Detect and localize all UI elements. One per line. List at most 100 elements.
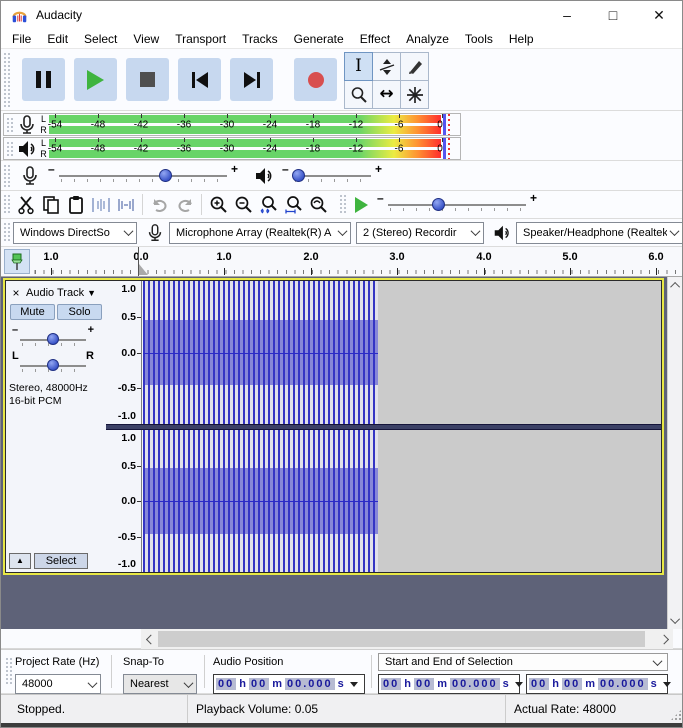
recording-channels-dropdown[interactable]: 2 (Stereo) Recordir: [356, 221, 484, 244]
waveform-area[interactable]: [143, 430, 661, 572]
horizontal-scroll-thumb[interactable]: [158, 631, 645, 647]
selection-end-field[interactable]: 00 h 00 m 00.000 s: [526, 674, 671, 694]
speaker-icon: [19, 140, 35, 157]
vertical-scale-ruler[interactable]: 1.0 0.5 0.0 -0.5 -1.0: [106, 281, 142, 424]
scroll-right-button[interactable]: [657, 629, 673, 649]
plus-label: +: [230, 161, 238, 176]
maximize-button[interactable]: □: [590, 1, 636, 29]
gain-slider[interactable]: – +: [12, 324, 94, 346]
select-track-button[interactable]: Select: [34, 553, 88, 569]
zoom-out-button[interactable]: [231, 193, 256, 217]
play-speed-thumb[interactable]: [431, 197, 445, 211]
playback-meter[interactable]: LR -54 -48 -42 -36 -30 -24 -18 -12 -6 0: [3, 137, 461, 160]
toolbar-grip[interactable]: [5, 657, 13, 686]
audio-position-label: Audio Position: [213, 656, 284, 668]
selection-mode-dropdown[interactable]: Start and End of Selection: [378, 653, 668, 671]
menu-view[interactable]: View: [125, 32, 167, 46]
gain-thumb[interactable]: [47, 333, 59, 345]
multi-tool-button[interactable]: [400, 80, 429, 109]
stop-button[interactable]: [126, 58, 169, 101]
paste-button[interactable]: [63, 193, 88, 217]
play-at-speed-button[interactable]: [349, 193, 374, 217]
recording-volume-slider[interactable]: – +: [48, 162, 238, 186]
playback-meter-bars[interactable]: -54 -48 -42 -36 -30 -24 -18 -12 -6 0: [48, 138, 453, 159]
audio-position-field[interactable]: 00 h 00 m 00.000 s: [213, 674, 365, 694]
menu-tracks[interactable]: Tracks: [234, 32, 286, 46]
redo-button[interactable]: [172, 193, 197, 217]
playback-device-dropdown[interactable]: Speaker/Headphone (Realtek(R): [516, 221, 682, 244]
selection-start-field[interactable]: 00 h 00 m 00.000 s: [378, 674, 523, 694]
playback-volume-thumb[interactable]: [292, 168, 306, 182]
collapse-track-button[interactable]: ▲: [9, 553, 31, 569]
minimize-button[interactable]: –: [544, 1, 590, 29]
toolbar-grip[interactable]: [6, 117, 14, 132]
menu-generate[interactable]: Generate: [286, 32, 352, 46]
audacity-logo-icon: [12, 11, 27, 22]
snap-to-dropdown[interactable]: Nearest: [123, 674, 197, 694]
play-button[interactable]: [74, 58, 117, 101]
zoom-toggle-button[interactable]: [306, 193, 331, 217]
zoom-in-button[interactable]: [206, 193, 231, 217]
playback-volume-slider[interactable]: – +: [282, 162, 382, 186]
toolbar-grip[interactable]: [3, 194, 11, 215]
record-button[interactable]: [294, 58, 337, 101]
copy-button[interactable]: [38, 193, 63, 217]
fit-project-button[interactable]: [281, 193, 306, 217]
skip-to-end-button[interactable]: [230, 58, 273, 101]
vertical-scale-ruler[interactable]: 1.0 0.5 0.0 -0.5 -1.0: [106, 430, 142, 572]
timeline-ruler[interactable]: 1.0 0.0 1.0 2.0 3.0 4.0 5.0 6.0: [1, 247, 682, 277]
menu-transport[interactable]: Transport: [167, 32, 234, 46]
mute-button[interactable]: Mute: [10, 304, 55, 320]
trim-audio-button[interactable]: [88, 193, 113, 217]
skip-to-start-button[interactable]: [178, 58, 221, 101]
menu-file[interactable]: File: [4, 32, 39, 46]
menu-tools[interactable]: Tools: [457, 32, 501, 46]
silence-audio-button[interactable]: [113, 193, 138, 217]
selection-tool-button[interactable]: I: [344, 52, 373, 81]
recording-meter-bars[interactable]: -54 -48 -42 -36 -30 -24 -18 -12 -6 0: [48, 114, 453, 135]
waveform-area[interactable]: [143, 281, 661, 424]
audio-clip-waveform[interactable]: [143, 430, 378, 572]
horizontal-scrollbar[interactable]: [157, 629, 657, 649]
close-button[interactable]: ✕: [636, 1, 682, 29]
track-close-button[interactable]: ×: [9, 286, 23, 300]
toolbar-grip[interactable]: [6, 141, 14, 156]
toolbar-grip[interactable]: [3, 52, 11, 107]
scroll-left-button[interactable]: [141, 629, 157, 649]
audio-host-dropdown[interactable]: Windows DirectSo: [13, 221, 137, 244]
zoom-tool-button[interactable]: [344, 80, 373, 109]
menubar: File Edit Select View Transport Tracks G…: [1, 29, 682, 49]
track-menu-caret-icon[interactable]: ▼: [87, 288, 96, 298]
solo-button[interactable]: Solo: [57, 304, 102, 320]
pan-thumb[interactable]: [47, 359, 59, 371]
project-rate-dropdown[interactable]: 48000: [15, 674, 101, 694]
scroll-down-button[interactable]: [668, 612, 682, 629]
audio-clip-waveform[interactable]: [143, 281, 378, 424]
play-speed-slider[interactable]: – +: [377, 191, 537, 215]
menu-select[interactable]: Select: [76, 32, 125, 46]
toolbar-grip[interactable]: [339, 194, 347, 215]
recording-device-dropdown[interactable]: Microphone Array (Realtek(R) A: [169, 221, 351, 244]
ruler-label: 4.0: [476, 251, 492, 263]
draw-tool-button[interactable]: [400, 52, 429, 81]
time-shift-tool-button[interactable]: ↔: [372, 80, 401, 109]
pause-button[interactable]: [22, 58, 65, 101]
recording-volume-thumb[interactable]: [158, 168, 172, 182]
scroll-up-button[interactable]: [668, 277, 682, 294]
toolbar-grip[interactable]: [3, 164, 11, 187]
recording-meter[interactable]: LR -54 -48 -42 -36 -30 -24 -18 -12 -6 0: [3, 113, 461, 136]
cut-button[interactable]: [13, 193, 38, 217]
envelope-tool-button[interactable]: [372, 52, 401, 81]
menu-effect[interactable]: Effect: [352, 32, 398, 46]
menu-analyze[interactable]: Analyze: [398, 32, 457, 46]
zero-amplitude-line: [143, 352, 378, 354]
menu-help[interactable]: Help: [501, 32, 542, 46]
toolbar-grip[interactable]: [3, 222, 11, 243]
fit-selection-button[interactable]: [256, 193, 281, 217]
pin-button[interactable]: [4, 249, 30, 274]
track-name[interactable]: Audio Track: [26, 287, 84, 299]
menu-edit[interactable]: Edit: [39, 32, 76, 46]
pan-slider[interactable]: L R: [12, 350, 94, 372]
undo-button[interactable]: [147, 193, 172, 217]
vertical-scrollbar[interactable]: [667, 277, 682, 629]
